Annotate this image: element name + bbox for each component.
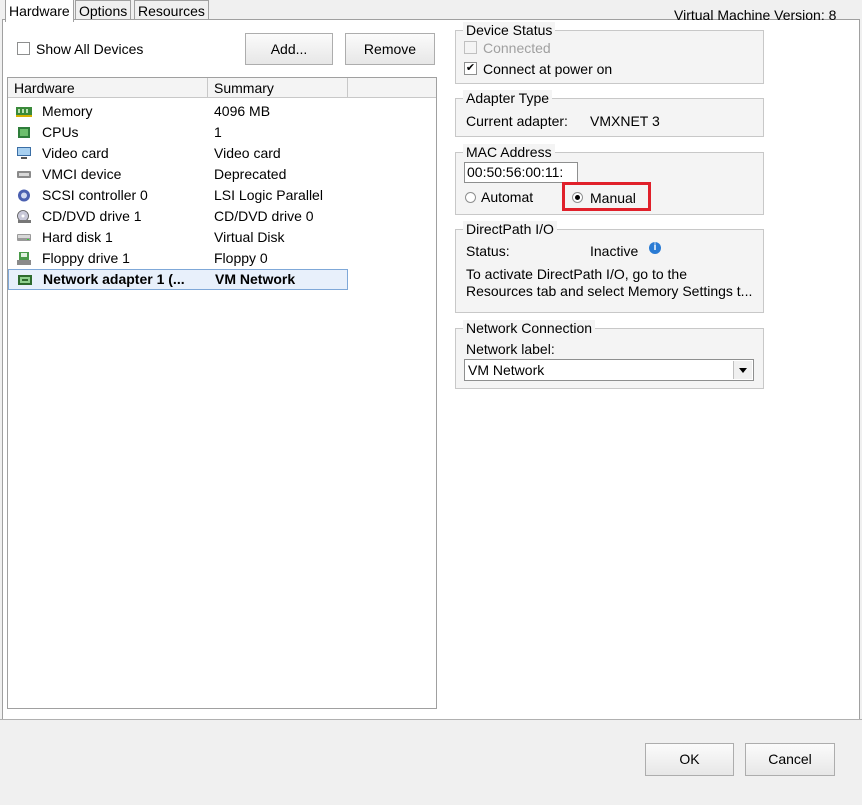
list-item-name: Video card <box>42 145 109 161</box>
manual-label[interactable]: Manual <box>590 190 636 206</box>
floppy-icon <box>17 252 31 265</box>
hardware-list: Hardware Summary Memory 4096 MB CPUs 1 V… <box>7 77 437 709</box>
list-item-hard-disk[interactable]: Hard disk 1 Virtual Disk <box>8 227 348 248</box>
network-connection-title: Network Connection <box>463 320 596 336</box>
directpath-info-line1: To activate DirectPath I/O, go to the <box>466 266 687 282</box>
list-item-name: Hard disk 1 <box>42 229 113 245</box>
scsi-icon <box>18 189 30 202</box>
tab-hardware[interactable]: Hardware <box>5 0 74 22</box>
network-label-selected-value: VM Network <box>468 362 545 378</box>
column-header-hardware[interactable]: Hardware <box>8 78 208 98</box>
list-item-video-card[interactable]: Video card Video card <box>8 143 348 164</box>
directpath-title: DirectPath I/O <box>463 221 557 237</box>
automatic-radio[interactable] <box>465 192 476 203</box>
connected-label: Connected <box>483 40 551 56</box>
show-all-devices-label[interactable]: Show All Devices <box>36 41 143 57</box>
directpath-status-value: Inactive <box>590 243 639 259</box>
device-status-group: Device Status Connected ✔ Connect at pow… <box>455 22 764 84</box>
add-button[interactable]: Add... <box>245 33 333 65</box>
connected-checkbox[interactable] <box>464 41 477 54</box>
tab-options[interactable]: Options <box>75 0 132 20</box>
current-adapter-value: VMXNET 3 <box>590 113 660 129</box>
remove-button[interactable]: Remove <box>345 33 435 65</box>
network-adapter-icon <box>18 275 32 285</box>
adapter-type-group: Adapter Type Current adapter: VMXNET 3 <box>455 90 764 137</box>
cd-dvd-icon <box>17 210 31 223</box>
show-all-devices-checkbox[interactable] <box>17 42 30 55</box>
connect-at-power-on-checkbox[interactable]: ✔ <box>464 62 477 75</box>
list-item-summary: Virtual Disk <box>214 229 285 245</box>
column-header-summary[interactable]: Summary <box>208 78 348 98</box>
list-item-name: Network adapter 1 (... <box>43 271 185 287</box>
list-item-name: SCSI controller 0 <box>42 187 148 203</box>
directpath-status-label: Status: <box>466 243 510 259</box>
list-item-name: CPUs <box>42 124 79 140</box>
ok-button[interactable]: OK <box>645 743 734 776</box>
network-label-select[interactable]: VM Network <box>464 359 754 381</box>
list-item-summary: 4096 MB <box>214 103 271 119</box>
list-item-summary: CD/DVD drive 0 <box>214 208 314 224</box>
list-item-floppy-drive[interactable]: Floppy drive 1 Floppy 0 <box>8 248 348 269</box>
tab-resources[interactable]: Resources <box>134 0 209 20</box>
network-label-label: Network label: <box>466 341 555 357</box>
list-item-memory[interactable]: Memory 4096 MB <box>8 101 348 122</box>
list-item-summary: Deprecated <box>214 166 287 182</box>
list-item-summary: LSI Logic Parallel <box>214 187 323 203</box>
adapter-type-title: Adapter Type <box>463 90 553 106</box>
automatic-label[interactable]: Automat <box>481 189 533 205</box>
list-item-name: Floppy drive 1 <box>42 250 130 266</box>
vm-version-label: Virtual Machine Version: 8 <box>674 7 837 23</box>
list-item-summary: Floppy 0 <box>214 250 268 266</box>
chevron-down-icon[interactable] <box>733 361 752 379</box>
list-item-cpus[interactable]: CPUs 1 <box>8 122 348 143</box>
device-status-title: Device Status <box>463 22 556 38</box>
memory-icon <box>16 107 32 117</box>
directpath-group: DirectPath I/O Status: Inactive i To act… <box>455 221 764 313</box>
list-item-name: Memory <box>42 103 93 119</box>
list-item-name: VMCI device <box>42 166 122 182</box>
manual-radio[interactable] <box>572 192 583 203</box>
hard-disk-icon <box>17 234 31 241</box>
list-item-vmci-device[interactable]: VMCI device Deprecated <box>8 164 348 185</box>
network-connection-group: Network Connection Network label: VM Net… <box>455 320 764 389</box>
list-item-scsi-controller[interactable]: SCSI controller 0 LSI Logic Parallel <box>8 185 348 206</box>
mac-address-title: MAC Address <box>463 144 555 160</box>
column-header-filler <box>348 78 436 98</box>
list-item-cd-dvd-drive[interactable]: CD/DVD drive 1 CD/DVD drive 0 <box>8 206 348 227</box>
list-item-summary: VM Network <box>215 271 296 287</box>
list-item-network-adapter[interactable]: Network adapter 1 (... VM Network <box>8 269 348 290</box>
monitor-icon <box>17 147 31 159</box>
mac-address-input[interactable]: 00:50:56:00:11: <box>464 162 578 183</box>
list-item-name: CD/DVD drive 1 <box>42 208 142 224</box>
mac-address-group: MAC Address 00:50:56:00:11: Automat Manu… <box>455 144 764 215</box>
connect-at-power-on-label[interactable]: Connect at power on <box>483 61 612 77</box>
cancel-button[interactable]: Cancel <box>745 743 835 776</box>
directpath-info-line2: Resources tab and select Memory Settings… <box>466 283 753 299</box>
info-icon[interactable]: i <box>649 242 661 254</box>
vmci-icon <box>17 171 31 178</box>
list-item-summary: 1 <box>214 124 222 140</box>
cpu-icon <box>18 127 30 138</box>
current-adapter-label: Current adapter: <box>466 113 568 129</box>
list-item-summary: Video card <box>214 145 281 161</box>
